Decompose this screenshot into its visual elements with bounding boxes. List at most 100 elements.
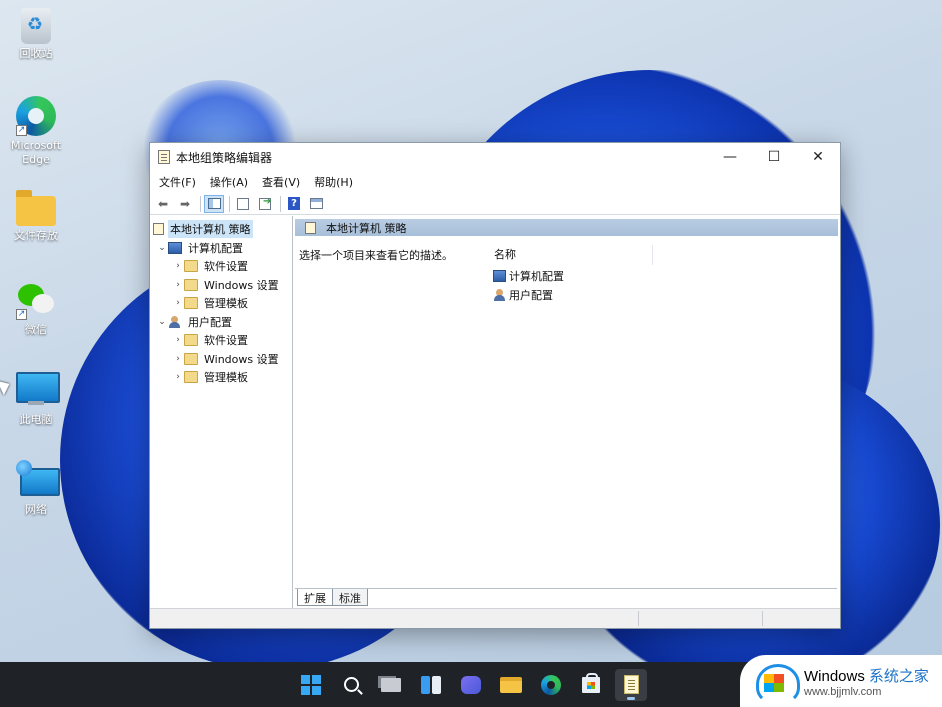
computer-icon — [16, 370, 60, 410]
list-item-label: 计算机配置 — [509, 269, 564, 283]
tree-node-label: 用户配置 — [188, 315, 232, 329]
gpedit-taskbar-button[interactable] — [615, 668, 647, 701]
tree-node-computer-config[interactable]: ⌄ 计算机配置 — [150, 239, 292, 258]
menu-bar: 文件(F) 操作(A) 查看(V) 帮助(H) — [150, 171, 840, 193]
tree-node-label: 软件设置 — [204, 260, 248, 274]
tree-node-computer-admin[interactable]: › 管理模板 — [150, 294, 292, 313]
watermark-brand-cn: 系统之家 — [868, 667, 929, 685]
tree-node-label: 管理模板 — [204, 371, 248, 385]
tree-node-root[interactable]: 本地计算机 策略 — [150, 220, 292, 239]
shortcut-arrow-icon: ↗ — [16, 125, 27, 136]
back-button[interactable]: ⬅ — [153, 195, 173, 213]
console-tree[interactable]: 本地计算机 策略 ⌄ 计算机配置 › 软件设置 › Windows 设置 › 管… — [150, 216, 293, 608]
details-header-title: 本地计算机 策略 — [326, 221, 407, 235]
edge-icon — [541, 674, 561, 695]
chevron-right-icon[interactable]: › — [172, 372, 184, 382]
menu-view[interactable]: 查看(V) — [255, 174, 307, 190]
desktop-icon-wechat[interactable]: ↗ 微信 — [1, 280, 71, 337]
chevron-right-icon[interactable]: › — [172, 354, 184, 364]
column-header-name[interactable]: 名称 — [488, 245, 653, 265]
tab-standard[interactable]: 标准 — [332, 589, 368, 606]
widgets-icon — [421, 675, 441, 694]
policy-icon — [305, 221, 316, 234]
chevron-down-icon[interactable]: ⌄ — [156, 317, 168, 327]
tree-node-label: 本地计算机 策略 — [168, 220, 253, 239]
policy-app-icon — [158, 150, 170, 164]
chat-button[interactable] — [455, 669, 487, 701]
help-button[interactable]: ? — [284, 195, 304, 213]
toolbar-separator — [229, 195, 230, 212]
file-explorer-icon — [500, 676, 522, 693]
list-item-computer-config[interactable]: 计算机配置 — [493, 266, 564, 285]
chevron-right-icon[interactable]: › — [172, 280, 184, 290]
show-action-pane-button[interactable] — [306, 195, 326, 213]
folder-icon — [16, 190, 56, 226]
tab-extended[interactable]: 扩展 — [297, 589, 333, 606]
tree-node-user-software[interactable]: › 软件设置 — [150, 331, 292, 350]
menu-file[interactable]: 文件(F) — [152, 174, 203, 190]
desktop-icon-edge[interactable]: ↗ Microsoft Edge — [1, 96, 71, 167]
forward-button[interactable]: ➡ — [175, 195, 195, 213]
tree-node-computer-windows[interactable]: › Windows 设置 — [150, 276, 292, 295]
store-button[interactable] — [575, 669, 607, 701]
menu-action[interactable]: 操作(A) — [203, 174, 255, 190]
status-bar — [150, 608, 840, 628]
title-bar[interactable]: 本地组策略编辑器 — ☐ ✕ — [150, 143, 840, 171]
edge-icon: ↗ — [16, 96, 56, 136]
task-view-icon — [381, 677, 401, 692]
watermark-brand-line: Windows 系统之家 — [804, 665, 929, 686]
file-explorer-button[interactable] — [495, 669, 527, 701]
desktop-icon-recycle-bin[interactable]: 回收站 — [1, 8, 71, 61]
group-policy-editor-icon — [623, 675, 639, 694]
start-icon — [301, 674, 321, 695]
list-item-user-config[interactable]: 用户配置 — [493, 285, 564, 304]
tree-node-user-admin[interactable]: › 管理模板 — [150, 368, 292, 387]
tree-node-label: Windows 设置 — [204, 278, 279, 292]
folder-icon — [184, 260, 198, 273]
desktop-icon-label: 微信 — [25, 323, 47, 336]
show-hide-console-tree-button[interactable] — [204, 194, 224, 213]
export-icon — [259, 196, 271, 210]
chat-icon — [461, 675, 481, 694]
document-icon — [237, 197, 249, 210]
start-button[interactable] — [295, 669, 327, 701]
minimize-button[interactable]: — — [708, 143, 752, 171]
menu-help[interactable]: 帮助(H) — [307, 174, 360, 190]
watermark-url: www.bjjmlv.com — [804, 685, 882, 698]
widgets-button[interactable] — [415, 669, 447, 701]
description-text: 选择一个项目来查看它的描述。 — [299, 249, 453, 262]
desktop-icon-folder[interactable]: 文件存放 — [1, 188, 71, 243]
desktop-icon-this-pc[interactable]: 此电脑 — [1, 370, 71, 427]
wechat-icon: ↗ — [16, 280, 56, 320]
details-list: 计算机配置 用户配置 — [493, 266, 564, 304]
close-button[interactable]: ✕ — [796, 143, 840, 171]
desktop-icon-network[interactable]: 网络 — [1, 460, 71, 517]
properties-doc-button[interactable] — [233, 195, 253, 213]
tree-node-label: 软件设置 — [204, 334, 248, 348]
back-arrow-icon: ⬅ — [157, 196, 169, 211]
computer-config-icon — [493, 269, 506, 282]
tree-node-user-windows[interactable]: › Windows 设置 — [150, 350, 292, 369]
computer-config-icon — [168, 241, 182, 254]
chevron-right-icon[interactable]: › — [172, 335, 184, 345]
action-pane-icon — [309, 198, 323, 209]
window-title: 本地组策略编辑器 — [176, 150, 273, 165]
task-view-button[interactable] — [375, 669, 407, 701]
watermark-text: Windows 系统之家 www.bjjmlv.com — [804, 665, 929, 698]
chevron-right-icon[interactable]: › — [172, 298, 184, 308]
chevron-right-icon[interactable]: › — [172, 261, 184, 271]
folder-icon — [184, 371, 198, 384]
tree-node-user-config[interactable]: ⌄ 用户配置 — [150, 313, 292, 332]
search-button[interactable] — [335, 669, 367, 701]
tree-node-computer-software[interactable]: › 软件设置 — [150, 257, 292, 276]
folder-icon — [184, 352, 198, 365]
toolbar-separator — [200, 195, 201, 212]
export-list-button[interactable] — [255, 195, 275, 213]
list-item-label: 用户配置 — [509, 288, 553, 302]
edge-taskbar-button[interactable] — [535, 669, 567, 701]
user-config-icon — [493, 288, 506, 301]
desktop-icon-label: 回收站 — [19, 47, 53, 60]
chevron-down-icon[interactable]: ⌄ — [156, 243, 168, 253]
toolbar: ⬅ ➡ ? — [150, 193, 840, 215]
maximize-button[interactable]: ☐ — [752, 143, 796, 171]
